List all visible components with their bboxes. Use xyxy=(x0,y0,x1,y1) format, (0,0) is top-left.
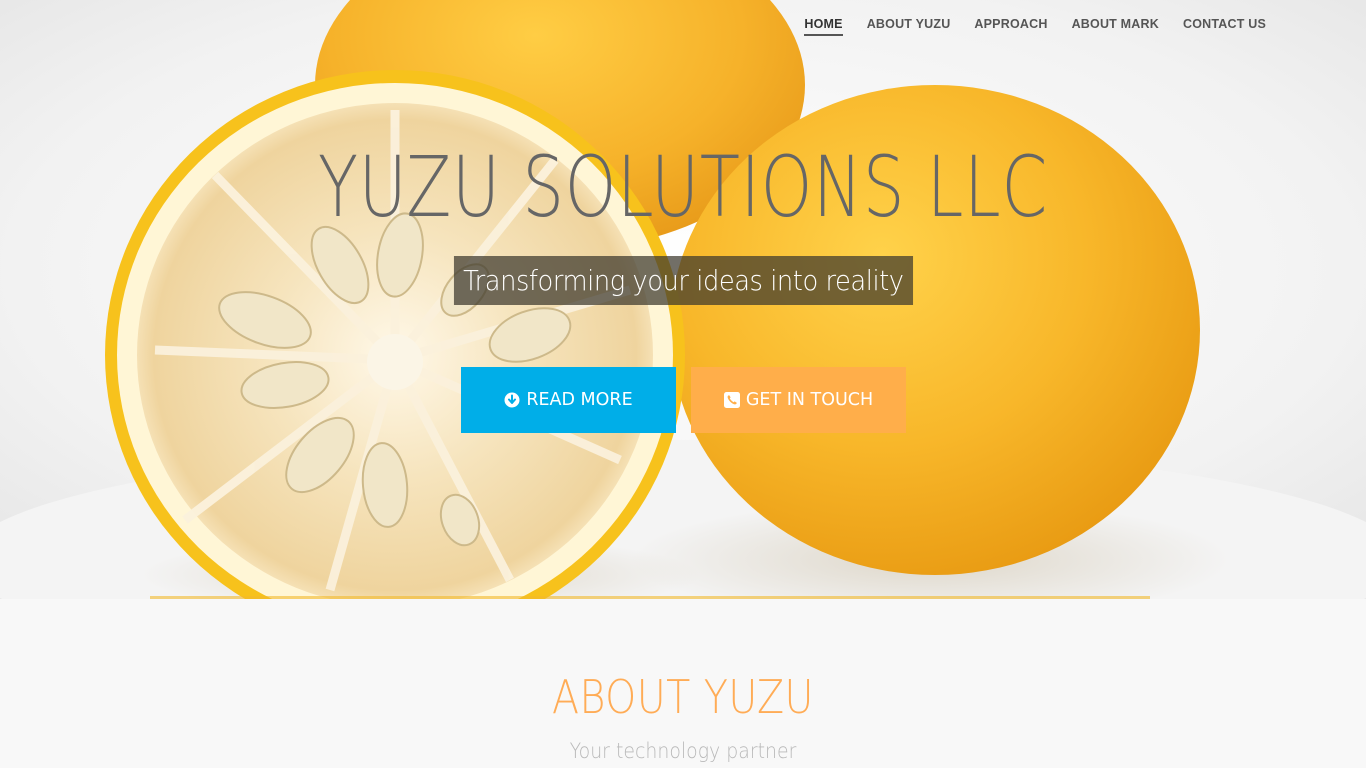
about-title: ABOUT YUZU xyxy=(552,670,814,724)
get-in-touch-button[interactable]: GET IN TOUCH xyxy=(691,367,906,433)
nav-item-about-mark[interactable]: ABOUT MARK xyxy=(1072,0,1159,34)
main-nav: HOME ABOUT YUZU APPROACH ABOUT MARK CONT… xyxy=(804,0,1266,48)
tagline-wrapper: Transforming your ideas into reality xyxy=(0,256,1366,305)
hero-title: YUZU SOLUTIONS LLC xyxy=(317,138,1048,236)
read-more-label: READ MORE xyxy=(526,390,633,410)
nav-item-home[interactable]: HOME xyxy=(804,0,843,36)
phone-square-icon xyxy=(723,392,740,408)
nav-item-contact-us[interactable]: CONTACT US xyxy=(1183,0,1266,34)
arrow-circle-down-icon xyxy=(504,392,520,408)
about-subtitle: Your technology partner xyxy=(569,739,797,763)
read-more-button[interactable]: READ MORE xyxy=(461,367,676,433)
nav-item-approach[interactable]: APPROACH xyxy=(974,0,1047,34)
hero-section: HOME ABOUT YUZU APPROACH ABOUT MARK CONT… xyxy=(0,0,1366,599)
hero-tagline: Transforming your ideas into reality xyxy=(453,256,913,305)
get-in-touch-label: GET IN TOUCH xyxy=(745,390,874,410)
cta-buttons: READ MORE GET IN TOUCH xyxy=(461,367,906,433)
nav-item-about-yuzu[interactable]: ABOUT YUZU xyxy=(867,0,951,34)
